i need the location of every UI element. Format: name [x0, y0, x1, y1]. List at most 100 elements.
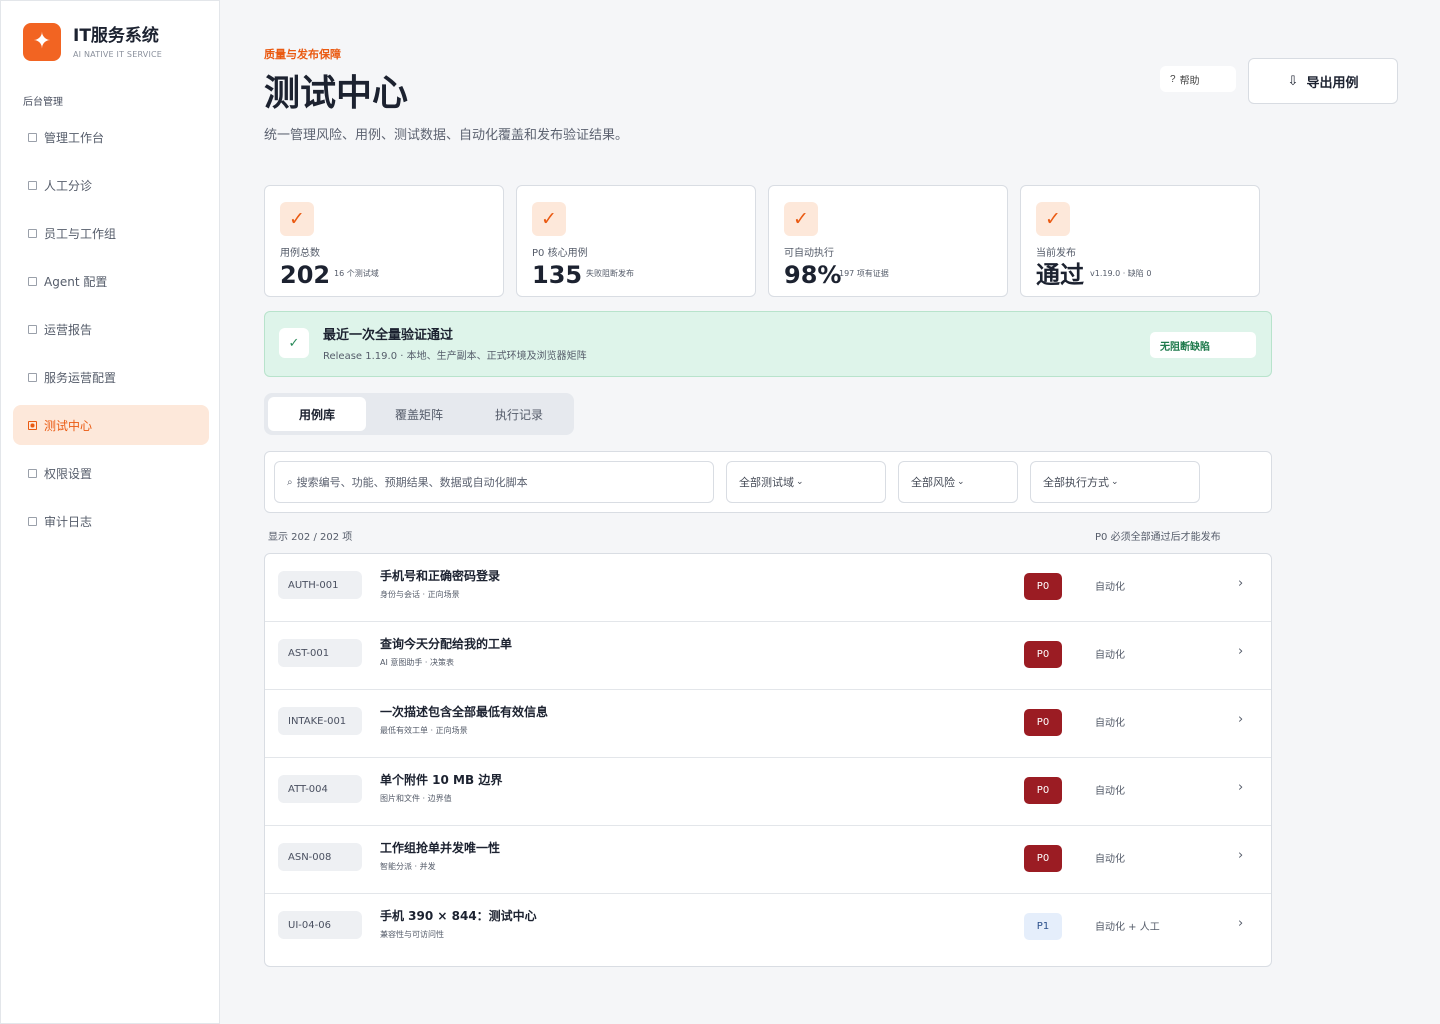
- case-subtitle: 智能分派 · 并发: [380, 862, 436, 871]
- sidebar-item-test-center[interactable]: 测试中心: [13, 405, 209, 445]
- sidebar-item-reports[interactable]: 运营报告: [13, 309, 209, 349]
- tab-execution-log[interactable]: 执行记录: [470, 397, 568, 431]
- case-title: 单个附件 10 MB 边界: [380, 773, 503, 787]
- case-title: 手机 390 × 844：测试中心: [380, 909, 537, 923]
- stat-note: 197 项有证据: [839, 269, 889, 278]
- priority-badge: P0: [1024, 641, 1062, 668]
- case-code: UI-04-06: [278, 911, 362, 939]
- brand-logo-icon: ✦: [23, 23, 61, 61]
- square-icon: [28, 516, 37, 526]
- risk-select[interactable]: 全部风险 ⌄: [898, 461, 1018, 503]
- sidebar-item-staff[interactable]: 员工与工作组: [13, 213, 209, 253]
- tab-case-library[interactable]: 用例库: [268, 397, 366, 431]
- tab-bar: 用例库 覆盖矩阵 执行记录: [264, 393, 574, 435]
- stat-value: 98%: [784, 261, 842, 289]
- chevron-down-icon: ⌄: [796, 477, 804, 487]
- check-icon: ✓: [784, 202, 818, 236]
- priority-badge: P0: [1024, 573, 1062, 600]
- priority-badge: P1: [1024, 913, 1062, 940]
- banner-title: 最近一次全量验证通过: [323, 328, 454, 343]
- case-code: AUTH-001: [278, 571, 362, 599]
- sidebar: ✦ IT服务系统 AI NATIVE IT SERVICE 后台管理 管理工作台…: [0, 0, 220, 1024]
- list-item[interactable]: UI-04-06 手机 390 × 844：测试中心 兼容性与可访问性 P1 自…: [265, 894, 1271, 966]
- case-mode: 自动化 + 人工: [1095, 922, 1160, 933]
- square-icon: [28, 276, 37, 286]
- search-input[interactable]: [296, 475, 697, 489]
- list-item[interactable]: INTAKE-001 一次描述包含全部最低有效信息 最低有效工单 · 正向场景 …: [265, 690, 1271, 758]
- square-icon: [28, 468, 37, 478]
- case-subtitle: AI 意图助手 · 决策表: [380, 658, 455, 667]
- sidebar-item-ops-config[interactable]: 服务运营配置: [13, 357, 209, 397]
- stat-label: 当前发布: [1036, 248, 1076, 259]
- case-mode: 自动化: [1095, 718, 1125, 729]
- verification-banner: ✓ 最近一次全量验证通过 Release 1.19.0 · 本地、生产副本、正式…: [264, 311, 1272, 377]
- domain-select[interactable]: 全部测试域 ⌄: [726, 461, 886, 503]
- case-title: 手机号和正确密码登录: [380, 569, 501, 583]
- chevron-right-icon: ›: [1238, 644, 1244, 659]
- case-code: INTAKE-001: [278, 707, 362, 735]
- sidebar-item-agent[interactable]: Agent 配置: [13, 261, 209, 301]
- list-item[interactable]: AUTH-001 手机号和正确密码登录 身份与会话 · 正向场景 P0 自动化 …: [265, 554, 1271, 622]
- case-title: 工作组抢单并发唯一性: [380, 841, 501, 855]
- list-item[interactable]: ASN-008 工作组抢单并发唯一性 智能分派 · 并发 P0 自动化 ›: [265, 826, 1271, 894]
- help-button[interactable]: ? 帮助: [1160, 66, 1236, 92]
- sidebar-item-dashboard[interactable]: 管理工作台: [13, 117, 209, 157]
- sidebar-item-permissions[interactable]: 权限设置: [13, 453, 209, 493]
- banner-subtitle: Release 1.19.0 · 本地、生产副本、正式环境及浏览器矩阵: [323, 351, 587, 362]
- sidebar-item-audit-log[interactable]: 审计日志: [13, 501, 209, 541]
- case-title: 查询今天分配给我的工单: [380, 637, 513, 651]
- case-mode: 自动化: [1095, 582, 1125, 593]
- case-list: AUTH-001 手机号和正确密码登录 身份与会话 · 正向场景 P0 自动化 …: [264, 553, 1272, 967]
- tab-coverage-matrix[interactable]: 覆盖矩阵: [370, 397, 468, 431]
- chevron-right-icon: ›: [1238, 848, 1244, 863]
- stat-label: P0 核心用例: [532, 248, 588, 259]
- case-code: ASN-008: [278, 843, 362, 871]
- list-item[interactable]: AST-001 查询今天分配给我的工单 AI 意图助手 · 决策表 P0 自动化…: [265, 622, 1271, 690]
- mode-select[interactable]: 全部执行方式 ⌄: [1030, 461, 1200, 503]
- stat-value: 通过: [1036, 261, 1084, 289]
- stat-label: 用例总数: [280, 248, 320, 259]
- priority-badge: P0: [1024, 845, 1062, 872]
- square-icon: [28, 180, 37, 190]
- chevron-right-icon: ›: [1238, 780, 1244, 795]
- case-subtitle: 身份与会话 · 正向场景: [380, 590, 460, 599]
- stat-note: 16 个测试域: [334, 269, 379, 278]
- page-title: 测试中心: [264, 73, 409, 114]
- stat-card-total: ✓ 用例总数 202 16 个测试域: [264, 185, 504, 297]
- case-code: AST-001: [278, 639, 362, 667]
- case-subtitle: 图片和文件 · 边界值: [380, 794, 452, 803]
- chevron-down-icon: ⌄: [1111, 477, 1119, 487]
- stat-label: 可自动执行: [784, 248, 834, 259]
- status-badge: 无阻断缺陷: [1150, 332, 1256, 358]
- page-description: 统一管理风险、用例、测试数据、自动化覆盖和发布验证结果。: [264, 128, 629, 143]
- stat-card-release: ✓ 当前发布 通过 v1.19.0 · 缺陷 0: [1020, 185, 1260, 297]
- stat-card-automation: ✓ 可自动执行 98% 197 项有证据: [768, 185, 1008, 297]
- help-icon: ?: [1170, 73, 1176, 85]
- square-icon: [28, 132, 37, 142]
- search-box[interactable]: ⌕: [274, 461, 714, 503]
- case-mode: 自动化: [1095, 650, 1125, 661]
- square-icon: [28, 228, 37, 238]
- stat-note: v1.19.0 · 缺陷 0: [1090, 269, 1152, 278]
- square-icon: [28, 324, 37, 334]
- result-count: 显示 202 / 202 项: [268, 532, 353, 543]
- chevron-right-icon: ›: [1238, 576, 1244, 591]
- chevron-down-icon: ⌄: [957, 477, 965, 487]
- sidebar-item-triage[interactable]: 人工分诊: [13, 165, 209, 205]
- brand[interactable]: ✦ IT服务系统 AI NATIVE IT SERVICE: [23, 23, 162, 61]
- stat-value: 202: [280, 261, 331, 289]
- stat-value: 135: [532, 261, 583, 289]
- case-subtitle: 兼容性与可访问性: [380, 930, 444, 939]
- export-cases-button[interactable]: ⇩ 导出用例: [1248, 58, 1398, 104]
- priority-badge: P0: [1024, 709, 1062, 736]
- list-item[interactable]: ATT-004 单个附件 10 MB 边界 图片和文件 · 边界值 P0 自动化…: [265, 758, 1271, 826]
- brand-subtitle: AI NATIVE IT SERVICE: [73, 49, 163, 59]
- case-mode: 自动化: [1095, 854, 1125, 865]
- search-icon: ⌕: [287, 476, 293, 488]
- release-hint: P0 必须全部通过后才能发布: [1095, 532, 1221, 543]
- download-icon: ⇩: [1287, 73, 1299, 89]
- check-icon: ✓: [280, 202, 314, 236]
- main-content: 质量与发布保障 测试中心 统一管理风险、用例、测试数据、自动化覆盖和发布验证结果…: [220, 0, 1440, 1024]
- check-icon: ✓: [279, 328, 309, 358]
- page-eyebrow: 质量与发布保障: [264, 48, 341, 61]
